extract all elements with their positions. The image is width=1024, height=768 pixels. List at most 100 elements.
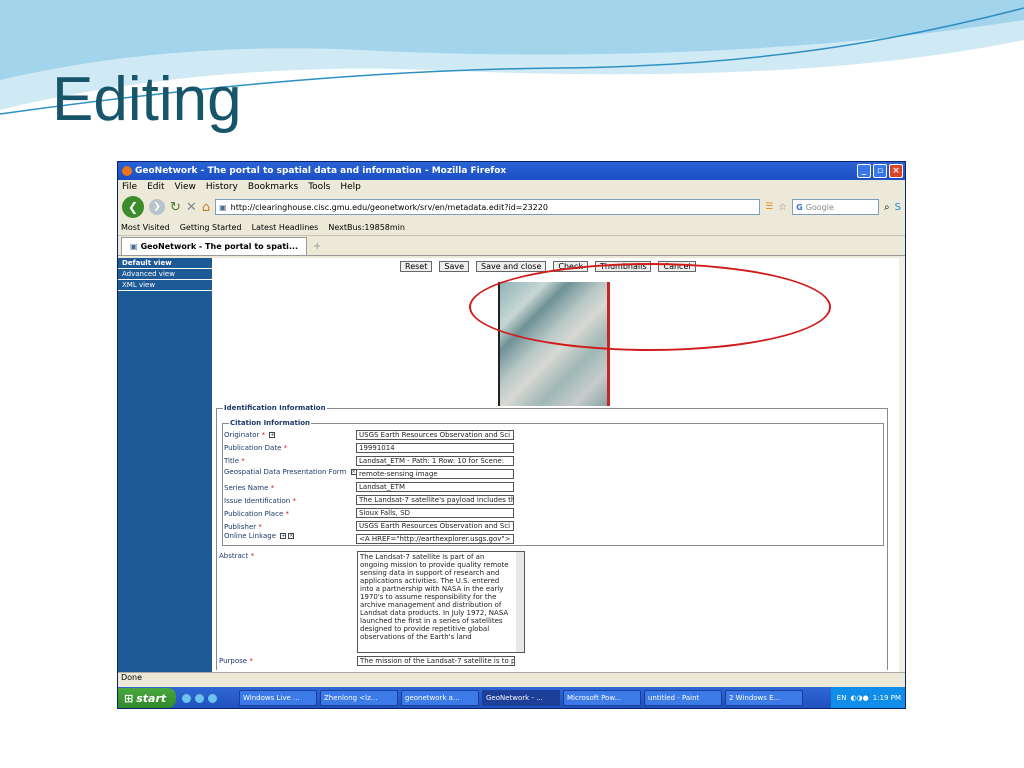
menu-history[interactable]: History [206, 182, 238, 192]
field-label-originator: Originator * + [224, 431, 276, 439]
title-bar: GeoNetwork - The portal to spatial data … [118, 162, 905, 180]
forward-button[interactable]: ❯ [149, 199, 165, 215]
google-icon: G [796, 202, 803, 212]
task-geonetwork[interactable]: GeoNetwork - ... [482, 690, 560, 706]
browser-window: GeoNetwork - The portal to spatial data … [117, 161, 906, 709]
slide-title: Editing [52, 65, 242, 134]
quick-launch [176, 693, 236, 703]
search-placeholder: Google [805, 202, 834, 212]
view-sidebar: Default view Advanced view XML view [118, 258, 212, 672]
originator-field[interactable]: USGS Earth Resources Observation and Sci [356, 430, 514, 440]
new-tab-button[interactable]: + [313, 241, 321, 252]
slide: Editing GeoNetwork - The portal to spati… [0, 0, 1024, 768]
metadata-editor: Reset Save Save and close Check Thumbnai… [212, 258, 899, 672]
skype-icon[interactable]: S [895, 202, 901, 213]
page-icon: ▣ [130, 242, 138, 251]
presentation-form-field[interactable]: remote-sensing image [356, 469, 514, 479]
sidebar-item-xml-view[interactable]: XML view [118, 280, 212, 291]
bookmark-nextbus[interactable]: NextBus:19858min [328, 223, 405, 232]
menu-bar: File Edit View History Bookmarks Tools H… [118, 180, 905, 194]
save-button[interactable]: Save [439, 261, 469, 272]
tray-icons[interactable]: ◐◑● [850, 694, 868, 702]
field-label-issue-identification: Issue Identification * [224, 497, 296, 505]
menu-help[interactable]: Help [340, 182, 361, 192]
start-button[interactable]: ⊞ start [118, 688, 176, 708]
publication-place-field[interactable]: Sioux Falls, SD [356, 508, 514, 518]
status-bar: Done [118, 672, 905, 686]
field-label-series-name: Series Name * [224, 484, 275, 492]
search-box[interactable]: G Google [792, 199, 880, 215]
stop-icon[interactable]: ✕ [186, 200, 197, 215]
online-linkage-field[interactable]: <A HREF="http://earthexplorer.usgs.gov"> [356, 534, 514, 544]
start-label: start [136, 691, 167, 705]
reset-button[interactable]: Reset [400, 261, 433, 272]
clock: 1:19 PM [872, 694, 901, 702]
expand-icon[interactable]: + [269, 432, 276, 438]
language-indicator[interactable]: EN [837, 694, 847, 702]
field-label-title: Title * [224, 457, 245, 465]
identification-legend: Identification Information [223, 404, 327, 412]
field-label-presentation-form: Geospatial Data Presentation Form × [224, 468, 357, 476]
page-icon: ▣ [219, 202, 227, 212]
page-scrollbar[interactable] [899, 258, 905, 672]
task-paint[interactable]: untitled - Paint [644, 690, 722, 706]
title-field[interactable]: Landsat_ETM - Path: 1 Row: 10 for Scene: [356, 456, 514, 466]
field-label-purpose: Purpose * [219, 657, 253, 665]
windows-logo-icon: ⊞ [124, 691, 134, 705]
bookmark-latest-headlines[interactable]: Latest Headlines [252, 223, 319, 232]
publisher-field[interactable]: USGS Earth Resources Observation and Sci [356, 521, 514, 531]
sidebar-item-advanced-view[interactable]: Advanced view [118, 269, 212, 280]
issue-identification-field[interactable]: The Landsat-7 satellite's payload includ… [356, 495, 514, 505]
field-label-abstract: Abstract * [219, 552, 255, 560]
expand-icon[interactable]: + [280, 533, 287, 539]
system-tray: EN ◐◑● 1:19 PM [830, 687, 905, 708]
quick-launch-icon[interactable] [195, 693, 204, 703]
task-windows-explorer[interactable]: 2 Windows E... [725, 690, 803, 706]
publication-date-field[interactable]: 19991014 [356, 443, 514, 453]
firefox-icon [122, 166, 132, 176]
menu-file[interactable]: File [122, 182, 137, 192]
bookmarks-toolbar: Most Visited Getting Started Latest Head… [118, 220, 905, 236]
bookmark-getting-started[interactable]: Getting Started [180, 223, 242, 232]
task-windows-live[interactable]: Windows Live ... [239, 690, 317, 706]
abstract-scrollbar[interactable] [516, 552, 524, 652]
reload-icon[interactable]: ↻ [170, 200, 181, 215]
rss-icon[interactable]: ☰ [765, 202, 773, 212]
star-icon[interactable]: ☆ [778, 202, 787, 213]
bookmark-most-visited[interactable]: Most Visited [121, 223, 170, 232]
field-label-publication-place: Publication Place * [224, 510, 289, 518]
back-button[interactable]: ❮ [122, 196, 144, 218]
purpose-field[interactable]: The mission of the Landsat-7 satellite i… [357, 656, 515, 666]
task-microsoft-powerpoint[interactable]: Microsoft Pow... [563, 690, 641, 706]
highlight-ellipse [469, 263, 831, 351]
task-geonetwork-a[interactable]: geonetwork a... [401, 690, 479, 706]
address-bar[interactable]: ▣ http://clearinghouse.cisc.gmu.edu/geon… [215, 199, 761, 215]
save-and-close-button[interactable]: Save and close [476, 261, 547, 272]
restore-button[interactable]: ▫ [873, 164, 887, 178]
field-label-online-linkage: Online Linkage + × [224, 532, 295, 540]
page-content: Default view Advanced view XML view Rese… [118, 258, 905, 672]
menu-bookmarks[interactable]: Bookmarks [248, 182, 298, 192]
search-icon[interactable]: ⌕ [884, 202, 890, 213]
menu-edit[interactable]: Edit [147, 182, 164, 192]
menu-view[interactable]: View [175, 182, 196, 192]
task-zhenlong[interactable]: Zhenlong <lz... [320, 690, 398, 706]
tab-label: GeoNetwork - The portal to spati... [140, 242, 298, 251]
home-icon[interactable]: ⌂ [202, 200, 210, 215]
minimize-button[interactable]: _ [857, 164, 871, 178]
close-button[interactable]: × [889, 164, 903, 178]
tab-geonetwork[interactable]: ▣ GeoNetwork - The portal to spati... [121, 237, 307, 255]
field-label-publisher: Publisher * [224, 523, 262, 531]
series-name-field[interactable]: Landsat_ETM [356, 482, 514, 492]
menu-tools[interactable]: Tools [308, 182, 330, 192]
abstract-textarea[interactable]: The Landsat-7 satellite is part of an on… [357, 551, 525, 653]
citation-legend: Citation Information [229, 419, 312, 427]
collapse-icon[interactable]: × [288, 533, 295, 539]
windows-taskbar: ⊞ start Windows Live ... Zhenlong <lz... … [118, 687, 905, 708]
field-label-publication-date: Publication Date * [224, 444, 288, 452]
abstract-text: The Landsat-7 satellite is part of an on… [360, 553, 509, 641]
quick-launch-icon[interactable] [182, 693, 191, 703]
sidebar-item-default-view[interactable]: Default view [118, 258, 212, 269]
window-title: GeoNetwork - The portal to spatial data … [135, 166, 507, 176]
quick-launch-icon[interactable] [208, 693, 217, 703]
